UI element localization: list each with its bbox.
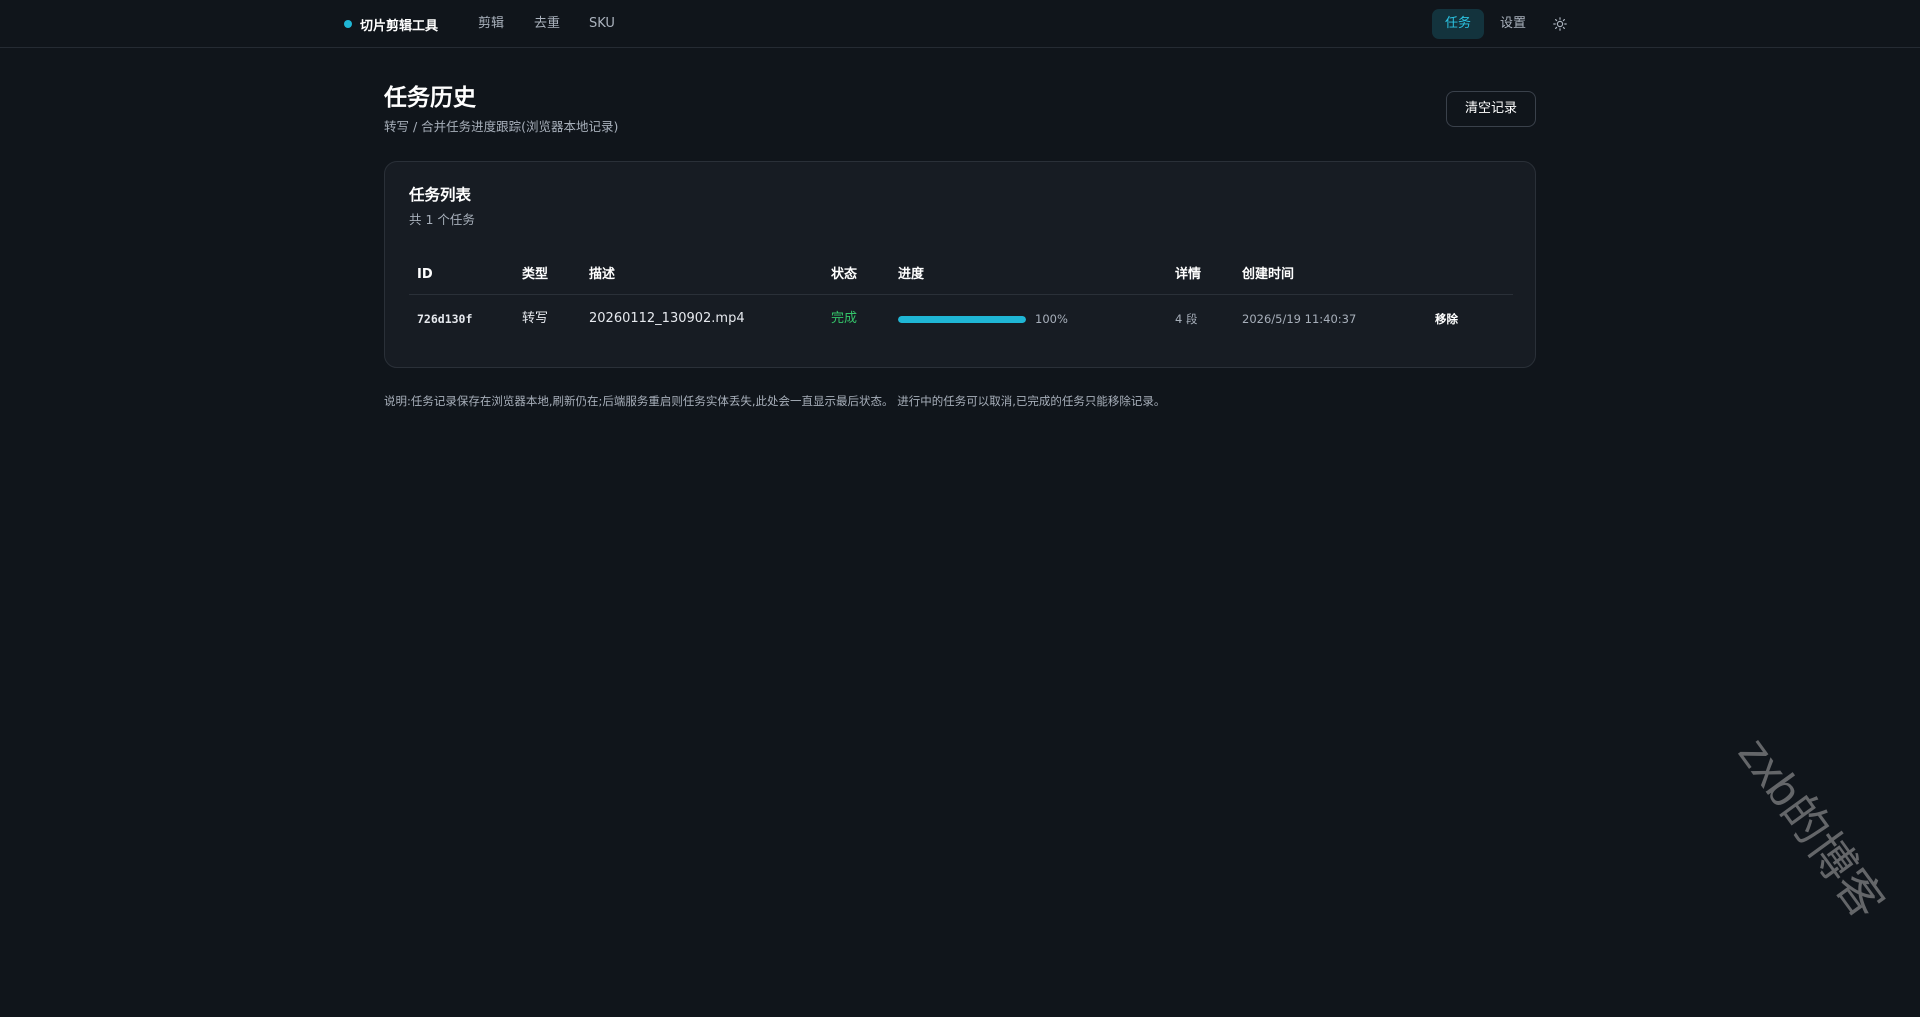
nav-link-settings[interactable]: 设置 [1500, 14, 1526, 34]
sun-icon[interactable] [1550, 14, 1570, 34]
brand-name: 切片剪辑工具 [360, 18, 439, 34]
column-header-id: ID [417, 267, 433, 282]
watermark: zxb的博客 [1728, 727, 1895, 928]
column-header-detail: 详情 [1175, 267, 1202, 282]
progress-bar [898, 316, 1026, 323]
page-title: 任务历史 [384, 85, 476, 111]
progress-percent: 100% [1035, 312, 1068, 326]
task-list-card: 任务列表 共 1 个任务 ID 类型 描述 状态 进度 详情 创建时间 726d… [384, 161, 1536, 368]
header-divider [409, 294, 1513, 295]
task-count: 共 1 个任务 [409, 212, 475, 227]
column-header-description: 描述 [589, 267, 616, 282]
nav-link-clip[interactable]: 剪辑 [478, 14, 504, 34]
card-title: 任务列表 [409, 186, 472, 204]
task-created-time: 2026/5/19 11:40:37 [1242, 312, 1357, 326]
column-header-created: 创建时间 [1242, 267, 1295, 282]
nav-link-dedupe[interactable]: 去重 [534, 14, 560, 34]
brand[interactable]: 切片剪辑工具 [344, 14, 438, 34]
help-note: 说明:任务记录保存在浏览器本地,刷新仍在;后端服务重启则任务实体丢失,此处会一直… [384, 394, 1166, 408]
remove-task-button[interactable]: 移除 [1435, 310, 1458, 328]
task-type: 转写 [522, 311, 549, 326]
brand-dot-icon [344, 20, 352, 28]
task-description: 20260112_130902.mp4 [589, 311, 745, 326]
column-header-progress: 进度 [898, 267, 925, 282]
clear-history-button[interactable]: 清空记录 [1446, 91, 1536, 127]
task-id: 726d130f [417, 312, 473, 326]
column-header-type: 类型 [522, 267, 549, 282]
top-nav-bar: 切片剪辑工具 剪辑 去重 SKU 任务 设置 [0, 0, 1920, 48]
nav-tab-tasks[interactable]: 任务 [1432, 9, 1484, 39]
page-subtitle: 转写 / 合并任务进度跟踪(浏览器本地记录) [384, 119, 619, 134]
task-detail: 4 段 [1175, 312, 1198, 326]
nav-link-sku[interactable]: SKU [589, 14, 615, 34]
progress-bar-fill [898, 316, 1026, 323]
column-header-status: 状态 [831, 267, 858, 282]
status-badge: 完成 [831, 311, 858, 326]
